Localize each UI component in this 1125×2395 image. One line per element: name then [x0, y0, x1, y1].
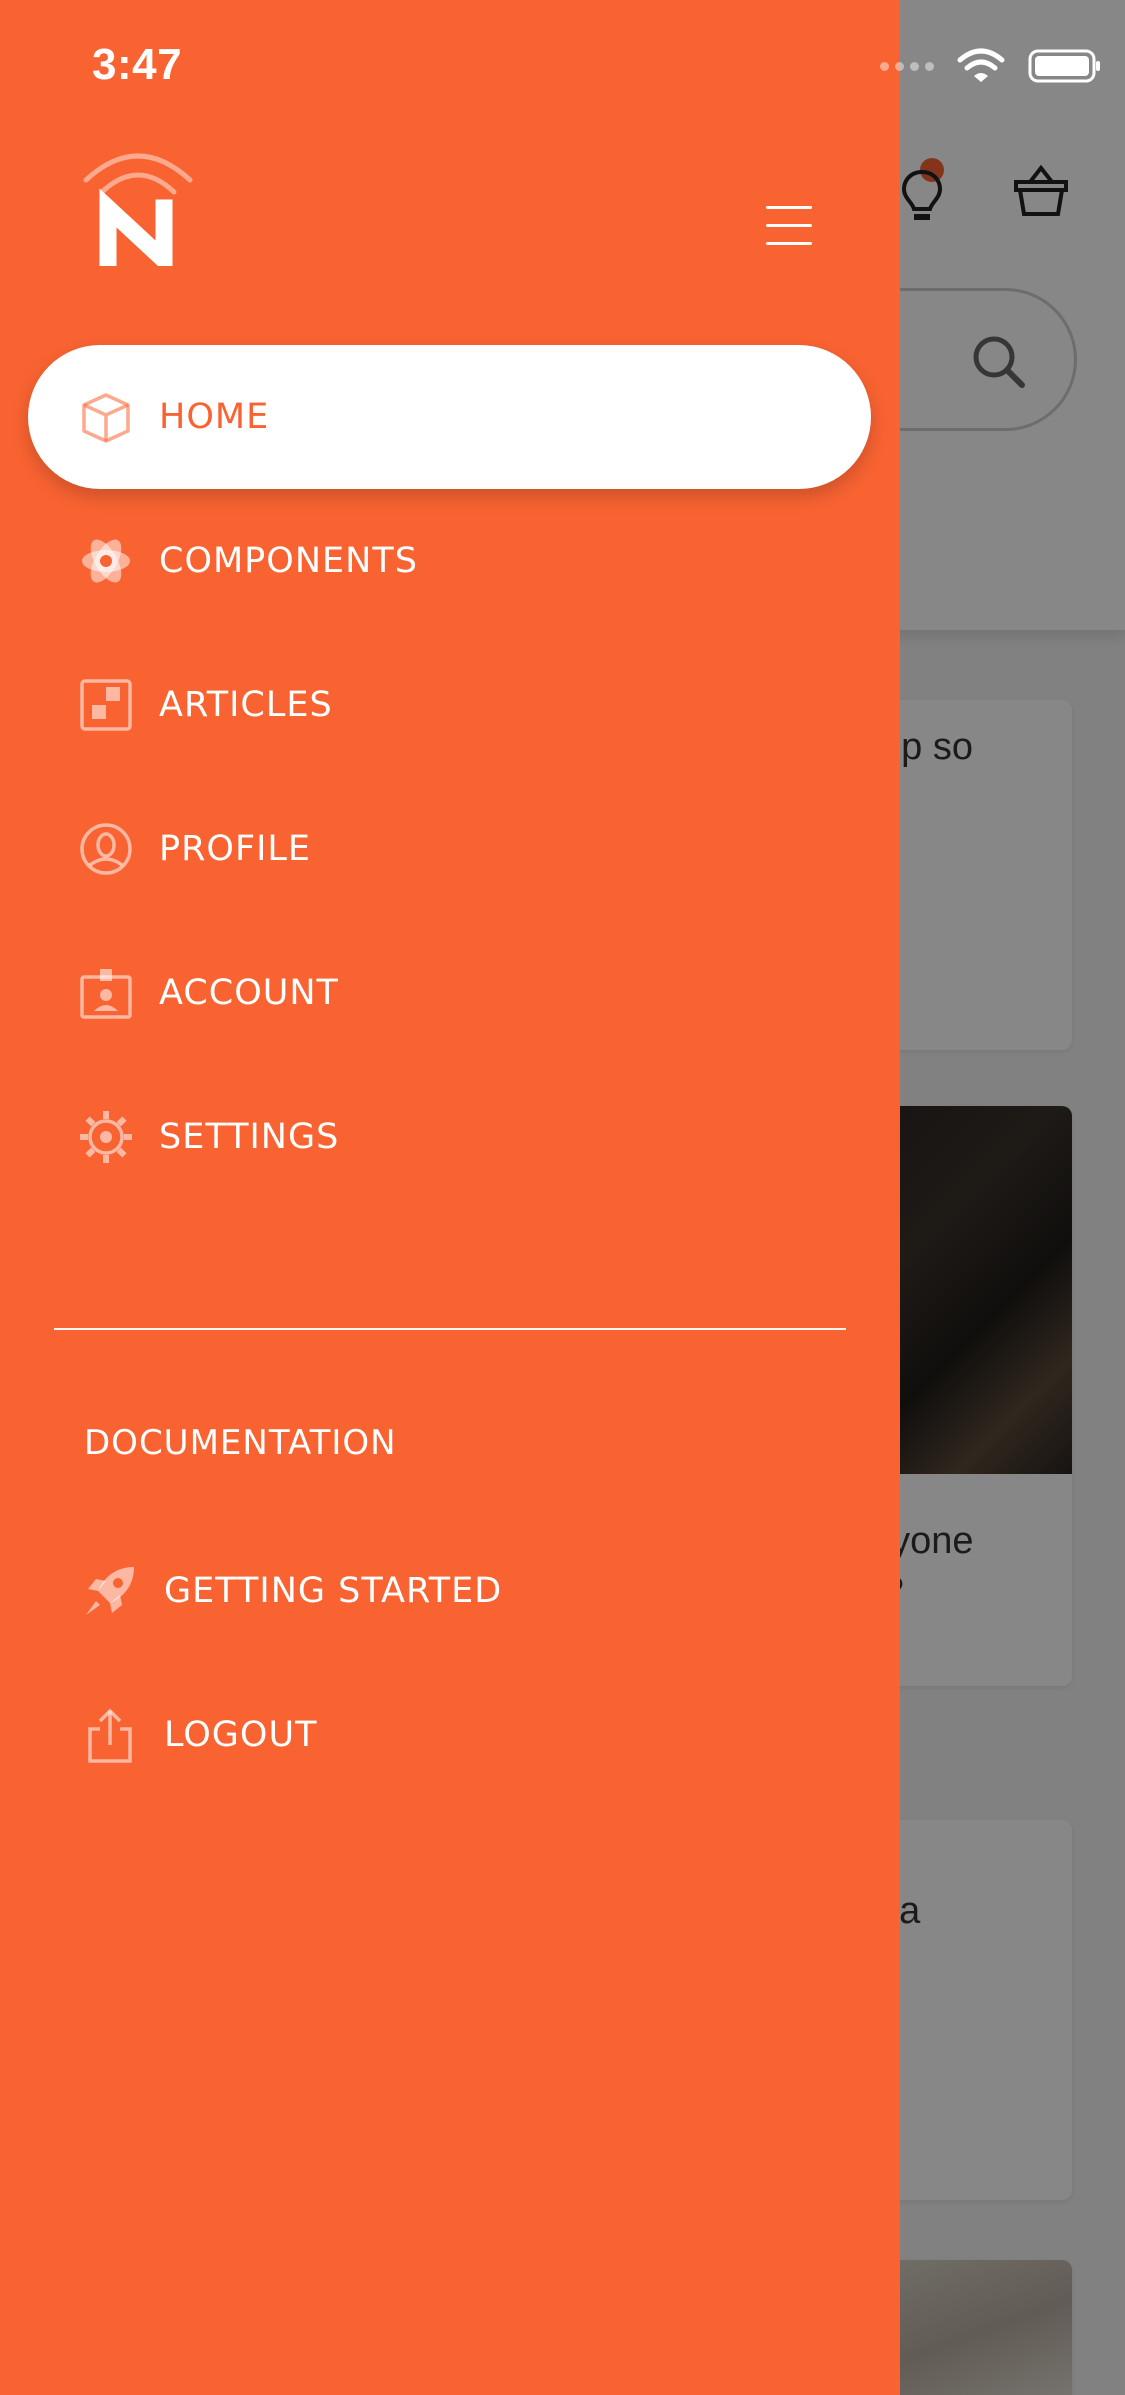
side-drawer: HOME COMPONENTS ARTICLES PROFILE ACCOUNT…: [0, 0, 900, 2395]
nav-label: COMPONENTS: [159, 541, 418, 581]
nav-label: LOGOUT: [164, 1715, 318, 1755]
logo-icon[interactable]: [78, 140, 198, 266]
nav-label: HOME: [159, 397, 270, 437]
divider: [54, 1328, 846, 1330]
nav-item-getting-started[interactable]: GETTING STARTED: [28, 1519, 871, 1663]
box-icon: [82, 393, 130, 443]
nav-item-logout[interactable]: LOGOUT: [28, 1663, 871, 1807]
nav-label: ARTICLES: [159, 685, 333, 725]
wifi-icon: [957, 48, 1005, 82]
nav-item-settings[interactable]: SETTINGS: [28, 1065, 871, 1209]
atom-icon: [82, 539, 130, 583]
share-icon: [88, 1708, 132, 1763]
rocket-icon: [86, 1567, 134, 1615]
profile-circle-icon: [80, 823, 132, 875]
status-time: 3:47: [92, 40, 183, 89]
section-title: DOCUMENTATION: [84, 1423, 397, 1463]
nav-label: GETTING STARTED: [164, 1571, 503, 1611]
nav-item-components[interactable]: COMPONENTS: [28, 489, 871, 633]
gear-icon: [80, 1111, 132, 1163]
nav-label: PROFILE: [159, 829, 312, 869]
signal-icon: [880, 61, 934, 71]
nav-label: ACCOUNT: [159, 973, 339, 1013]
nav-label: SETTINGS: [159, 1117, 340, 1157]
nav-item-articles[interactable]: ARTICLES: [28, 633, 871, 777]
status-icons: [880, 48, 1102, 84]
nav-item-account[interactable]: ACCOUNT: [28, 921, 871, 1065]
hamburger-menu-icon[interactable]: [766, 204, 814, 248]
battery-icon: [1028, 49, 1100, 83]
nav-item-profile[interactable]: PROFILE: [28, 777, 871, 921]
nav-item-home[interactable]: HOME: [28, 345, 871, 489]
badge-icon: [80, 969, 132, 1019]
paper-icon: [80, 679, 132, 731]
